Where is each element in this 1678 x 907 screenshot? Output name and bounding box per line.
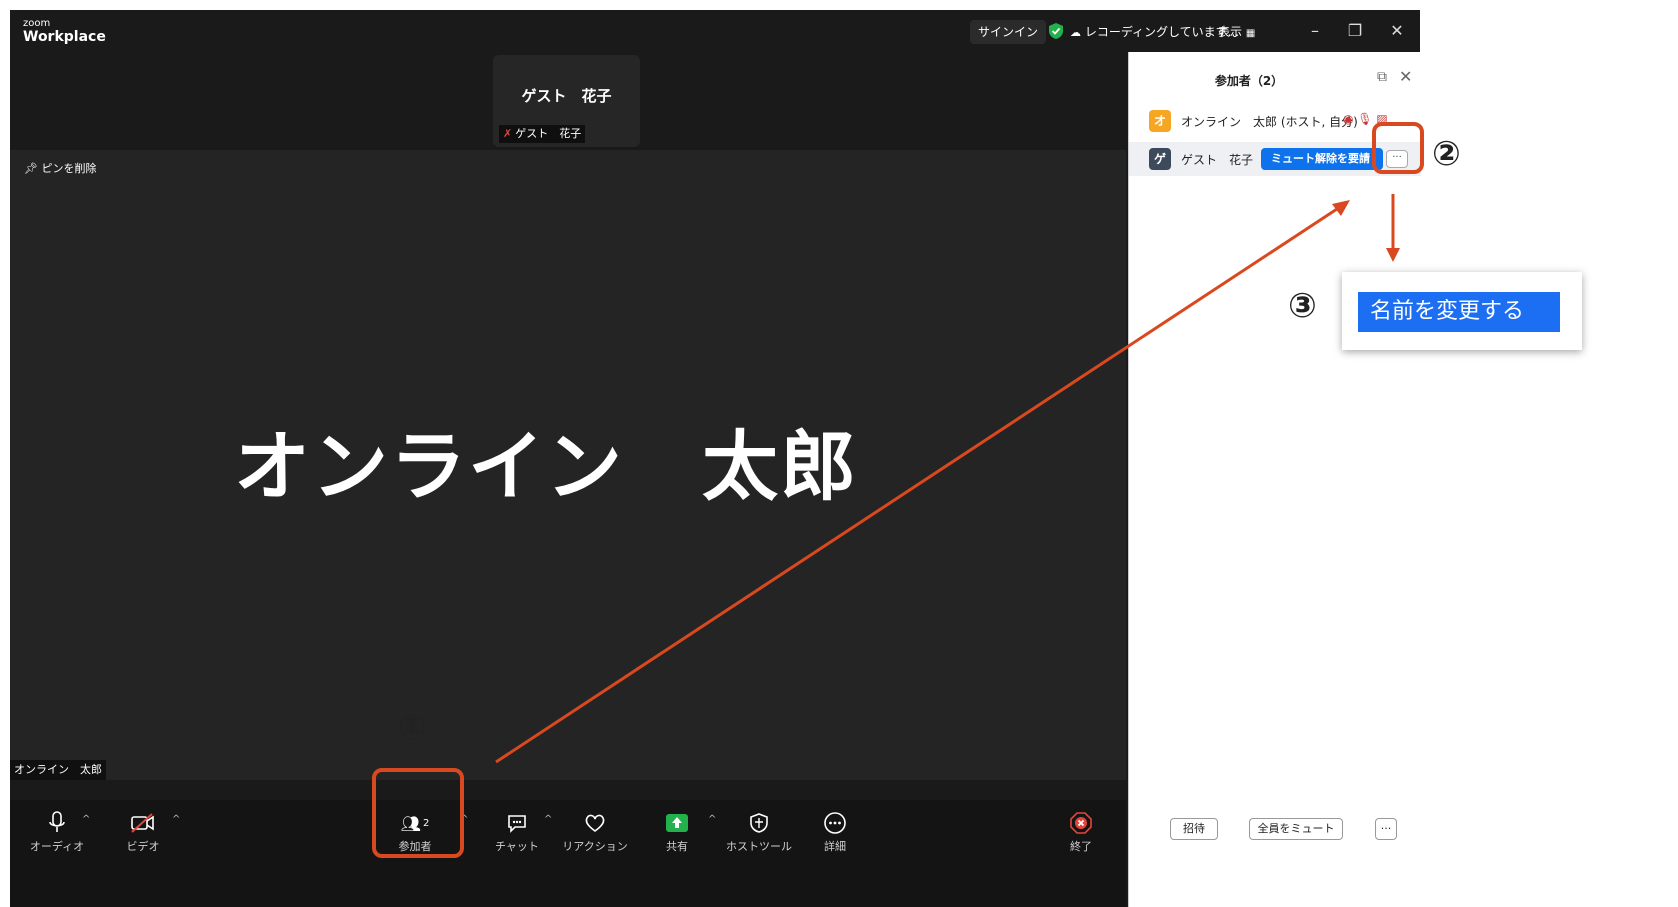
share-button[interactable]: 共有 [642, 810, 712, 854]
chat-button[interactable]: チャット [482, 810, 552, 854]
share-screen-icon [666, 814, 688, 832]
host-tools-label: ホストツール [726, 840, 792, 853]
zoom-logo-small: zoom [23, 18, 51, 29]
unpin-label[interactable]: 📌︎ ピンを削除 [24, 160, 96, 176]
panel-title: 参加者（2） [1214, 74, 1284, 88]
cloud-icon: ☁ [1070, 26, 1081, 39]
step-2-label: ② [1432, 134, 1461, 174]
panel-footer: 招待 全員をミュート ··· [1129, 818, 1421, 858]
view-label: 表示 [1218, 25, 1243, 39]
minimize-icon[interactable]: – [1300, 18, 1330, 44]
end-label: 終了 [1070, 840, 1092, 853]
guest-video-tile[interactable]: ゲスト 花子 ✗ ゲスト 花子 [493, 55, 640, 147]
step-1-label: ① [398, 708, 427, 748]
participant-name: オンライン 太郎 (ホスト, 自分) [1181, 115, 1358, 129]
active-speaker-name: オンライン 太郎 [234, 422, 858, 511]
self-name-label: オンライン 太郎 [10, 760, 106, 780]
meeting-toolbar: オーディオ ^ ビデオ ^ 👥︎ 2 参加者 ^ チャット ^ リアクション 共… [10, 800, 1126, 907]
video-label: ビデオ [126, 840, 160, 853]
main-video-area[interactable]: 📌︎ ピンを削除 オンライン 太郎 オンライン 太郎 [10, 150, 1126, 780]
reactions-label: リアクション [562, 840, 628, 853]
popout-icon[interactable]: ⧉ [1377, 69, 1387, 85]
restore-icon[interactable]: ❐ [1340, 18, 1370, 44]
signin-button[interactable]: サインイン [970, 20, 1046, 44]
guest-tile-name: ゲスト 花子 [521, 87, 612, 105]
invite-button[interactable]: 招待 [1170, 818, 1218, 840]
audio-options-caret[interactable]: ^ [82, 814, 90, 825]
more-label: 詳細 [824, 840, 846, 853]
participant-name: ゲスト 花子 [1181, 153, 1254, 167]
mute-all-button[interactable]: 全員をミュート [1249, 818, 1343, 840]
microphone-icon [49, 811, 65, 832]
video-options-caret[interactable]: ^ [172, 814, 180, 825]
participant-avatar: ゲ [1149, 148, 1171, 170]
participant-context-menu: 名前を変更する [1342, 272, 1582, 350]
unpin-text: ピンを削除 [41, 162, 97, 175]
shield-check-icon [1049, 23, 1063, 39]
grid-icon: ▦ [1245, 28, 1256, 39]
audio-label: オーディオ [29, 840, 85, 853]
pin-icon: 📌︎ [24, 162, 38, 175]
ask-to-unmute-button[interactable]: ミュート解除を要請 [1261, 148, 1383, 170]
more-dots-icon [824, 812, 846, 834]
shield-icon [750, 813, 768, 833]
guest-name-label: ✗ ゲスト 花子 [499, 125, 586, 143]
participant-avatar: オ [1149, 110, 1171, 132]
panel-close-icon[interactable]: ✕ [1399, 67, 1412, 86]
rename-menu-item[interactable]: 名前を変更する [1358, 292, 1560, 332]
recording-indicator[interactable]: ☁ レコーディングしています... [1070, 20, 1239, 44]
reactions-button[interactable]: リアクション [560, 810, 630, 854]
share-options-caret[interactable]: ^ [708, 814, 716, 825]
zoom-window: zoom Workplace サインイン ☁ レコーディングしています... 表… [10, 10, 1421, 907]
highlight-participants-button [372, 768, 464, 858]
host-tools-button[interactable]: ホストツール [724, 810, 794, 854]
share-label: 共有 [666, 840, 688, 853]
recording-status-text: レコーディングしています... [1084, 25, 1240, 39]
guest-label-text: ゲスト 花子 [515, 127, 582, 140]
view-menu[interactable]: 表示 ▦ [1218, 20, 1255, 44]
chat-options-caret[interactable]: ^ [544, 814, 552, 825]
highlight-more-button [1372, 122, 1424, 174]
more-button[interactable]: 詳細 [800, 810, 870, 854]
title-bar: zoom Workplace サインイン ☁ レコーディングしています... 表… [10, 10, 1420, 52]
video-off-icon [131, 813, 154, 833]
end-meeting-button[interactable]: 終了 [1046, 810, 1116, 854]
panel-more-button[interactable]: ··· [1375, 818, 1397, 840]
end-x-icon [1070, 812, 1092, 834]
zoom-logo-workplace: Workplace [23, 29, 106, 45]
heart-icon [585, 814, 605, 832]
chat-label: チャット [495, 840, 539, 853]
screenshot-stage: zoom Workplace サインイン ☁ レコーディングしています... 表… [0, 0, 1678, 907]
close-icon[interactable]: ✕ [1382, 18, 1412, 44]
video-button[interactable]: ビデオ [108, 810, 178, 854]
muted-mic-icon: ✗ [503, 127, 513, 140]
chat-icon [508, 815, 526, 833]
participants-panel: 参加者（2） ⧉ ✕ オ オンライン 太郎 (ホスト, 自分) ◉ 🎙︎ ▨ ゲ… [1128, 52, 1421, 907]
step-3-label: ③ [1288, 286, 1317, 326]
